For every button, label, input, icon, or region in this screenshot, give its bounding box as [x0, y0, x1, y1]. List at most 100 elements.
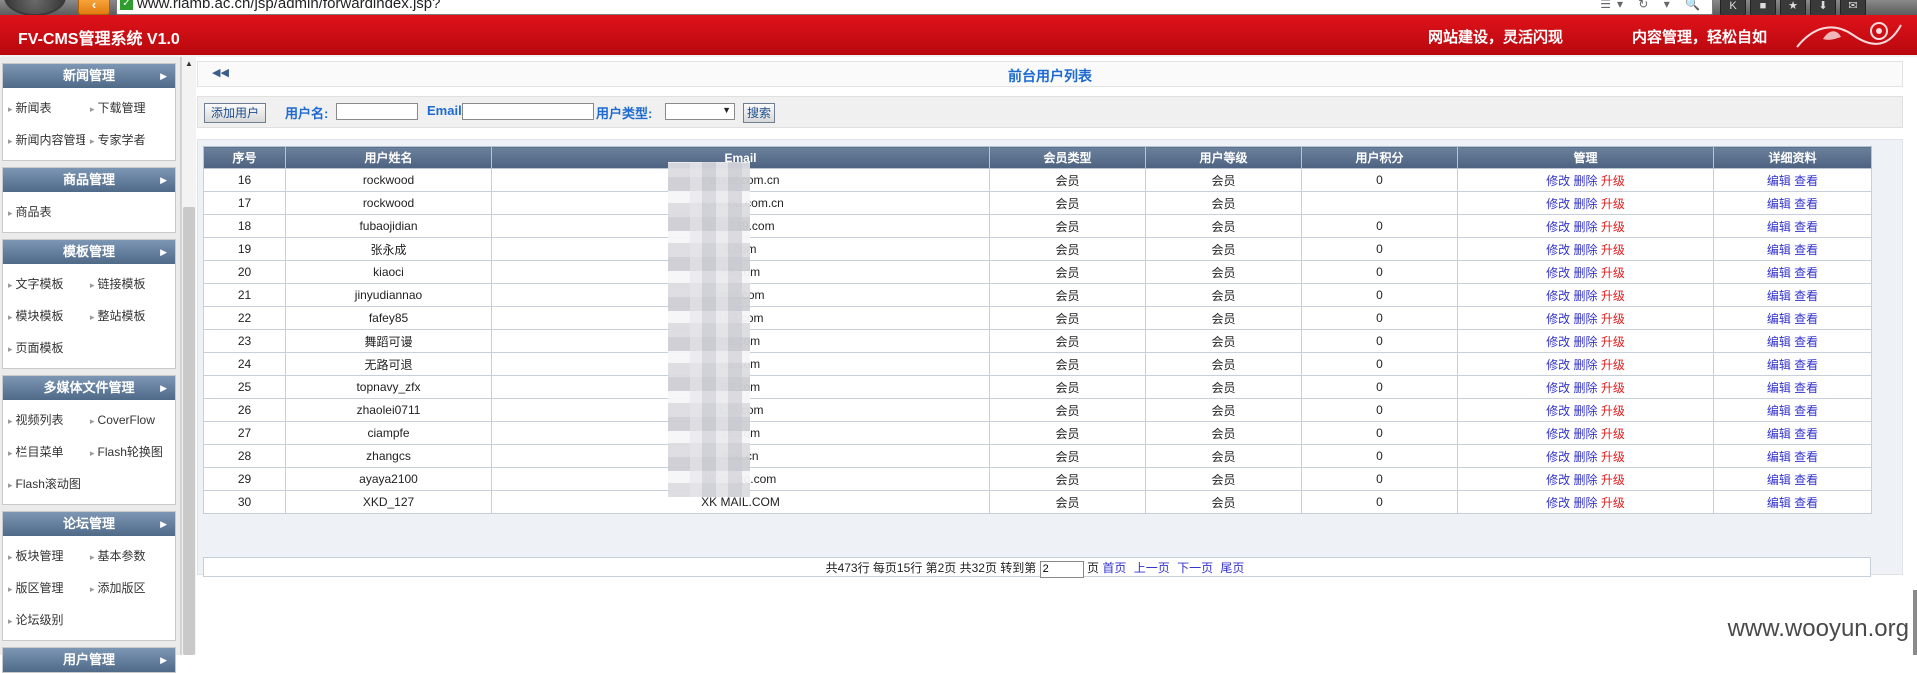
edit-detail-link[interactable]: 编辑 — [1767, 381, 1791, 395]
edit-link[interactable]: 修改 — [1546, 220, 1570, 234]
scroll-up-icon[interactable]: ▲ — [185, 59, 193, 68]
upgrade-link[interactable]: 升级 — [1601, 450, 1625, 464]
star-icon[interactable]: ★ — [1780, 0, 1806, 15]
delete-link[interactable]: 删除 — [1573, 427, 1597, 441]
edit-detail-link[interactable]: 编辑 — [1767, 358, 1791, 372]
first-page-link[interactable]: 首页 — [1102, 561, 1126, 575]
delete-link[interactable]: 删除 — [1573, 220, 1597, 234]
edit-link[interactable]: 修改 — [1546, 473, 1570, 487]
upgrade-link[interactable]: 升级 — [1601, 427, 1625, 441]
edit-link[interactable]: 修改 — [1546, 381, 1570, 395]
edit-detail-link[interactable]: 编辑 — [1767, 496, 1791, 510]
upgrade-link[interactable]: 升级 — [1601, 335, 1625, 349]
sidebar-menu-item[interactable]: 板块管理 — [3, 540, 85, 572]
sidebar-scrollbar[interactable]: ▲ — [181, 57, 196, 655]
edit-link[interactable]: 修改 — [1546, 243, 1570, 257]
sidebar-menu-item[interactable]: 视频列表 — [3, 404, 85, 436]
menu-group-header[interactable]: 商品管理 ▶ — [3, 168, 175, 192]
delete-link[interactable]: 删除 — [1573, 496, 1597, 510]
sidebar-menu-item[interactable]: 专家学者 — [85, 124, 167, 156]
edit-detail-link[interactable]: 编辑 — [1767, 473, 1791, 487]
menu-group-header[interactable]: 论坛管理 ▶ — [3, 512, 175, 536]
sidebar-menu-item[interactable]: 模块模板 — [3, 300, 85, 332]
search-button[interactable]: 搜索 — [743, 103, 776, 123]
view-detail-link[interactable]: 查看 — [1794, 335, 1818, 349]
upgrade-link[interactable]: 升级 — [1601, 496, 1625, 510]
upgrade-link[interactable]: 升级 — [1601, 404, 1625, 418]
edit-detail-link[interactable]: 编辑 — [1767, 335, 1791, 349]
view-detail-link[interactable]: 查看 — [1794, 450, 1818, 464]
upgrade-link[interactable]: 升级 — [1601, 174, 1625, 188]
edit-detail-link[interactable]: 编辑 — [1767, 197, 1791, 211]
edit-detail-link[interactable]: 编辑 — [1767, 266, 1791, 280]
sidebar-menu-item[interactable]: Flash轮换图 — [85, 436, 167, 468]
edit-link[interactable]: 修改 — [1546, 450, 1570, 464]
page-number-input[interactable] — [1039, 560, 1084, 578]
view-detail-link[interactable]: 查看 — [1794, 266, 1818, 280]
delete-link[interactable]: 删除 — [1573, 404, 1597, 418]
edit-link[interactable]: 修改 — [1546, 289, 1570, 303]
sidebar-menu-item[interactable]: 下载管理 — [85, 92, 167, 124]
sidebar-menu-item[interactable]: 添加版区 — [85, 572, 167, 604]
edit-link[interactable]: 修改 — [1546, 358, 1570, 372]
view-detail-link[interactable]: 查看 — [1794, 312, 1818, 326]
edit-link[interactable]: 修改 — [1546, 496, 1570, 510]
edit-link[interactable]: 修改 — [1546, 266, 1570, 280]
menu-group-header[interactable]: 用户管理 ▶ — [3, 648, 175, 672]
view-detail-link[interactable]: 查看 — [1794, 427, 1818, 441]
address-bar[interactable]: ✓ www.riamb.ac.cn/jsp/admin/forwardindex.… — [116, 0, 1713, 15]
delete-link[interactable]: 删除 — [1573, 266, 1597, 280]
delete-link[interactable]: 删除 — [1573, 174, 1597, 188]
add-user-button[interactable]: 添加用户 — [204, 103, 267, 123]
sidebar-menu-item[interactable]: 新闻内容管理 — [3, 124, 85, 156]
edit-link[interactable]: 修改 — [1546, 335, 1570, 349]
delete-link[interactable]: 删除 — [1573, 243, 1597, 257]
edit-link[interactable]: 修改 — [1546, 312, 1570, 326]
upgrade-link[interactable]: 升级 — [1601, 358, 1625, 372]
upgrade-link[interactable]: 升级 — [1601, 381, 1625, 395]
back-button[interactable]: ‹ — [78, 0, 110, 15]
upgrade-link[interactable]: 升级 — [1601, 197, 1625, 211]
sidebar-menu-item[interactable]: 论坛级别 — [3, 604, 85, 636]
upgrade-link[interactable]: 升级 — [1601, 473, 1625, 487]
edit-detail-link[interactable]: 编辑 — [1767, 174, 1791, 188]
delete-link[interactable]: 删除 — [1573, 450, 1597, 464]
delete-link[interactable]: 删除 — [1573, 358, 1597, 372]
edit-link[interactable]: 修改 — [1546, 197, 1570, 211]
last-page-link[interactable]: 尾页 — [1220, 561, 1244, 575]
sidebar-menu-item[interactable]: 文字模板 — [3, 268, 85, 300]
sidebar-menu-item[interactable]: Flash滚动图 — [3, 468, 85, 500]
edit-detail-link[interactable]: 编辑 — [1767, 404, 1791, 418]
view-detail-link[interactable]: 查看 — [1794, 496, 1818, 510]
delete-link[interactable]: 删除 — [1573, 381, 1597, 395]
sidebar-menu-item[interactable]: 页面模板 — [3, 332, 85, 364]
upgrade-link[interactable]: 升级 — [1601, 312, 1625, 326]
view-detail-link[interactable]: 查看 — [1794, 289, 1818, 303]
edit-detail-link[interactable]: 编辑 — [1767, 243, 1791, 257]
view-detail-link[interactable]: 查看 — [1794, 404, 1818, 418]
browser-menu-orb[interactable] — [4, 0, 66, 15]
delete-link[interactable]: 删除 — [1573, 335, 1597, 349]
sidebar-menu-item[interactable]: 整站模板 — [85, 300, 167, 332]
user-type-select[interactable]: ▼ — [665, 103, 735, 120]
address-controls[interactable]: ☰▾ ↻ ▾ 🔍 — [1600, 0, 1706, 12]
email-input[interactable] — [462, 103, 594, 120]
sidebar-menu-item[interactable]: 链接模板 — [85, 268, 167, 300]
view-detail-link[interactable]: 查看 — [1794, 473, 1818, 487]
edit-detail-link[interactable]: 编辑 — [1767, 450, 1791, 464]
sidebar-menu-item[interactable]: CoverFlow — [85, 404, 167, 436]
lock-icon[interactable]: ■ — [1750, 0, 1776, 15]
sidebar-menu-item[interactable]: 版区管理 — [3, 572, 85, 604]
upgrade-link[interactable]: 升级 — [1601, 289, 1625, 303]
edit-detail-link[interactable]: 编辑 — [1767, 220, 1791, 234]
sidebar-menu-item[interactable]: 新闻表 — [3, 92, 85, 124]
view-detail-link[interactable]: 查看 — [1794, 381, 1818, 395]
edit-detail-link[interactable]: 编辑 — [1767, 289, 1791, 303]
sidebar-menu-item[interactable]: 栏目菜单 — [3, 436, 85, 468]
k-icon[interactable]: K — [1720, 0, 1746, 15]
sidebar-menu-item[interactable]: 商品表 — [3, 196, 85, 228]
view-detail-link[interactable]: 查看 — [1794, 197, 1818, 211]
delete-link[interactable]: 删除 — [1573, 473, 1597, 487]
menu-group-header[interactable]: 新闻管理 ▶ — [3, 64, 175, 88]
edit-detail-link[interactable]: 编辑 — [1767, 312, 1791, 326]
